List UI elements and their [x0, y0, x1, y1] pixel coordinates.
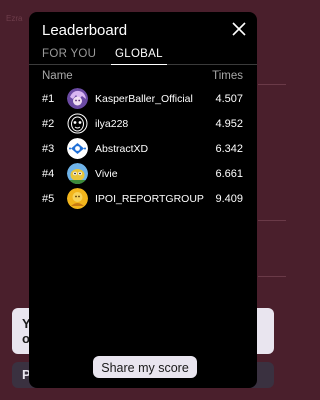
close-icon — [232, 22, 246, 36]
time-value: 6.342 — [215, 143, 243, 155]
rank-label: #1 — [42, 93, 55, 105]
background-divider — [258, 220, 286, 221]
modal-title: Leaderboard — [42, 22, 128, 39]
background-label: Ezra — [6, 14, 23, 23]
column-header-name: Name — [42, 70, 73, 82]
leaderboard-row[interactable]: #5 IPOI_REPORTGROUP 9.409 — [29, 186, 257, 211]
time-value: 6.661 — [215, 168, 243, 180]
character-avatar — [67, 163, 88, 184]
yellow-avatar — [67, 188, 88, 209]
background-divider — [258, 84, 286, 85]
tab-global[interactable]: GLOBAL — [111, 48, 167, 65]
background-divider — [258, 276, 286, 277]
username: IPOI_REPORTGROUP — [95, 193, 204, 205]
mask-avatar — [67, 113, 88, 134]
column-header-times: Times — [212, 70, 243, 82]
username: ilya228 — [95, 118, 129, 130]
rank-label: #3 — [42, 143, 55, 155]
share-score-button[interactable]: Share my score — [93, 356, 197, 378]
username: KasperBaller_Official — [95, 93, 193, 105]
purple-anime-avatar — [67, 88, 88, 109]
leaderboard-row[interactable]: #1 KasperBaller_Official 4.507 — [29, 86, 257, 111]
time-value: 4.507 — [215, 93, 243, 105]
rank-label: #4 — [42, 168, 55, 180]
close-button[interactable] — [231, 21, 247, 37]
time-value: 4.952 — [215, 118, 243, 130]
blue-abstract-avatar — [67, 138, 88, 159]
rank-label: #2 — [42, 118, 55, 130]
tab-for-you[interactable]: FOR YOU — [42, 48, 96, 60]
leaderboard-modal: Leaderboard FOR YOU GLOBAL Name Times #1 — [29, 12, 257, 388]
tab-bar: FOR YOU GLOBAL — [29, 46, 257, 65]
time-value: 9.409 — [215, 193, 243, 205]
username: AbstractXD — [95, 143, 149, 155]
leaderboard-list: #1 KasperBaller_Official 4.507 #2 ilya22… — [29, 86, 257, 211]
username: Vivie — [95, 168, 118, 180]
leaderboard-row[interactable]: #2 ilya228 4.952 — [29, 111, 257, 136]
leaderboard-row[interactable]: #3 AbstractXD 6.342 — [29, 136, 257, 161]
leaderboard-row[interactable]: #4 Vivie 6.661 — [29, 161, 257, 186]
rank-label: #5 — [42, 193, 55, 205]
